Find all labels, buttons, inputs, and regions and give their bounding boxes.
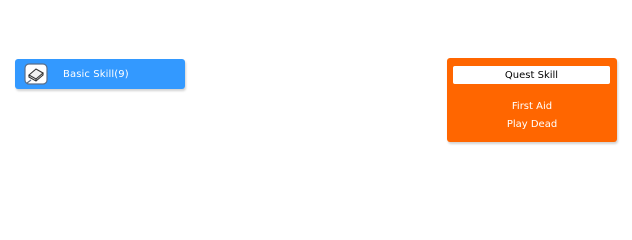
quest-skill-panel: Quest Skill First Aid Play Dead [447, 58, 617, 142]
basic-skill-button[interactable]: Basic Skill(9) [15, 59, 185, 89]
quest-skill-item-first-aid[interactable]: First Aid [447, 98, 617, 116]
book-icon [24, 62, 48, 86]
basic-skill-label: Basic Skill(9) [63, 68, 129, 80]
quest-skill-item-play-dead[interactable]: Play Dead [447, 116, 617, 134]
quest-skill-list: First Aid Play Dead [447, 98, 617, 134]
quest-skill-title: Quest Skill [453, 66, 610, 84]
